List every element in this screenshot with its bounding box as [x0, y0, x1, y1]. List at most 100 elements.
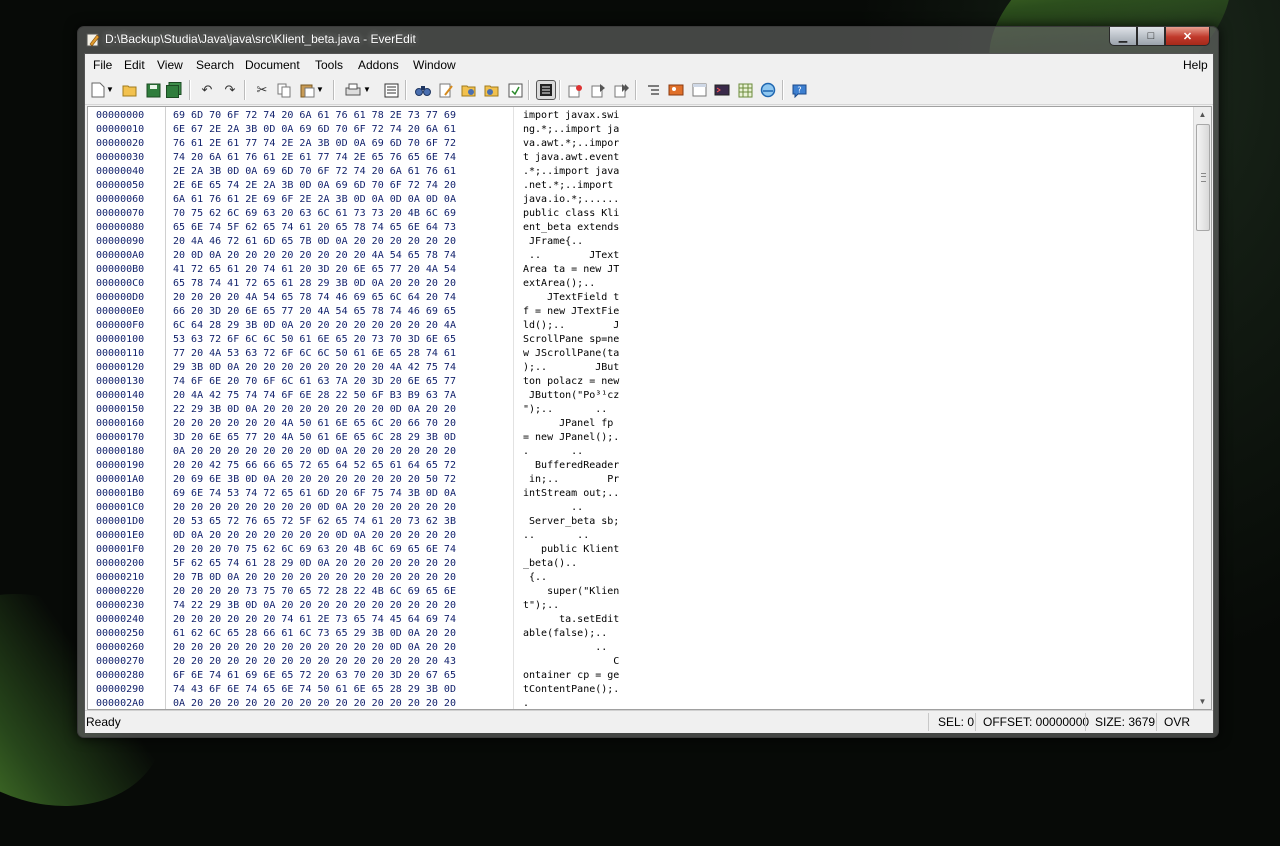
row-ascii[interactable]: .. JText	[523, 249, 619, 263]
browser-icon[interactable]	[759, 81, 777, 99]
row-ascii[interactable]: t");..	[523, 599, 619, 613]
row-ascii[interactable]: = new JPanel();.	[523, 431, 619, 445]
scroll-down-button[interactable]: ▼	[1194, 694, 1211, 709]
menu-addons[interactable]: Addons	[358, 58, 399, 72]
scroll-up-button[interactable]: ▲	[1194, 107, 1211, 122]
title-bar[interactable]: D:\Backup\Studia\Java\java\src\Klient_be…	[78, 27, 1218, 53]
row-hex-bytes[interactable]: 20 20 20 20 20 20 4A 50 61 6E 65 6C 20 6…	[173, 417, 456, 431]
menu-search[interactable]: Search	[196, 58, 234, 72]
row-ascii[interactable]: JTextField t	[523, 291, 619, 305]
row-hex-bytes[interactable]: 2E 6E 65 74 2E 2A 3B 0D 0A 69 6D 70 6F 7…	[173, 179, 456, 193]
find-folder-icon[interactable]	[483, 81, 501, 99]
menu-window[interactable]: Window	[413, 58, 456, 72]
row-hex-bytes[interactable]: 20 0D 0A 20 20 20 20 20 20 20 20 4A 54 6…	[173, 249, 456, 263]
row-ascii[interactable]: .*;..import java	[523, 165, 619, 179]
row-ascii[interactable]: JButton("Po³¹cz	[523, 389, 619, 403]
row-hex-bytes[interactable]: 20 20 20 70 75 62 6C 69 63 20 4B 6C 69 6…	[173, 543, 456, 557]
menu-document[interactable]: Document	[245, 58, 300, 72]
row-hex-bytes[interactable]: 53 63 72 6F 6C 6C 50 61 6E 65 20 73 70 3…	[173, 333, 456, 347]
replace-icon[interactable]	[437, 81, 455, 99]
row-hex-bytes[interactable]: 61 62 6C 65 28 66 61 6C 73 65 29 3B 0D 0…	[173, 627, 456, 641]
terminal-icon[interactable]	[713, 81, 731, 99]
find-files-icon[interactable]	[460, 81, 478, 99]
row-ascii[interactable]: public class Kli	[523, 207, 619, 221]
row-ascii[interactable]: super("Klien	[523, 585, 619, 599]
row-hex-bytes[interactable]: 0A 20 20 20 20 20 20 20 20 20 20 20 20 2…	[173, 697, 456, 709]
save-all-icon[interactable]	[165, 81, 183, 99]
row-ascii[interactable]: ..	[523, 501, 619, 515]
row-ascii[interactable]: w JScrollPane(ta	[523, 347, 619, 361]
row-ascii[interactable]: java.io.*;......	[523, 193, 619, 207]
row-hex-bytes[interactable]: 74 6F 6E 20 70 6F 6C 61 63 7A 20 3D 20 6…	[173, 375, 456, 389]
row-hex-bytes[interactable]: 20 4A 42 75 74 74 6F 6E 28 22 50 6F B3 B…	[173, 389, 456, 403]
row-ascii[interactable]: t java.awt.event	[523, 151, 619, 165]
row-hex-bytes[interactable]: 20 20 20 20 20 20 20 20 20 20 20 20 20 2…	[173, 655, 456, 669]
row-hex-bytes[interactable]: 20 20 20 20 73 75 70 65 72 28 22 4B 6C 6…	[173, 585, 456, 599]
row-ascii[interactable]: ton polacz = new	[523, 375, 619, 389]
row-hex-bytes[interactable]: 20 20 42 75 66 66 65 72 65 64 52 65 61 6…	[173, 459, 456, 473]
find-icon[interactable]	[414, 81, 432, 99]
copy-icon[interactable]	[275, 81, 293, 99]
row-ascii[interactable]: {..	[523, 571, 619, 585]
row-ascii[interactable]: f = new JTextFie	[523, 305, 619, 319]
play-icon[interactable]	[589, 81, 607, 99]
row-hex-bytes[interactable]: 74 22 29 3B 0D 0A 20 20 20 20 20 20 20 2…	[173, 599, 456, 613]
row-ascii[interactable]: ");.. ..	[523, 403, 619, 417]
menu-view[interactable]: View	[157, 58, 183, 72]
row-hex-bytes[interactable]: 6F 6E 74 61 69 6E 65 72 20 63 70 20 3D 2…	[173, 669, 456, 683]
close-button[interactable]: ✕	[1165, 27, 1210, 46]
row-hex-bytes[interactable]: 20 7B 0D 0A 20 20 20 20 20 20 20 20 20 2…	[173, 571, 456, 585]
row-hex-bytes[interactable]: 77 20 4A 53 63 72 6F 6C 6C 50 61 6E 65 2…	[173, 347, 456, 361]
scroll-thumb[interactable]	[1196, 124, 1210, 231]
row-hex-bytes[interactable]: 20 20 20 20 20 20 20 20 0D 0A 20 20 20 2…	[173, 501, 456, 515]
row-ascii[interactable]: JFrame{..	[523, 235, 619, 249]
row-ascii[interactable]: ontainer cp = ge	[523, 669, 619, 683]
record-icon[interactable]	[566, 81, 584, 99]
row-ascii[interactable]: import javax.swi	[523, 109, 619, 123]
row-hex-bytes[interactable]: 69 6D 70 6F 72 74 20 6A 61 76 61 78 2E 7…	[173, 109, 456, 123]
row-ascii[interactable]: C	[523, 655, 619, 669]
row-hex-bytes[interactable]: 65 6E 74 5F 62 65 74 61 20 65 78 74 65 6…	[173, 221, 456, 235]
row-hex-bytes[interactable]: 2E 2A 3B 0D 0A 69 6D 70 6F 72 74 20 6A 6…	[173, 165, 456, 179]
cut-icon[interactable]: ✂	[253, 81, 271, 99]
hex-mode-icon[interactable]	[536, 80, 556, 100]
row-ascii[interactable]: _beta()..	[523, 557, 619, 571]
row-ascii[interactable]: in;.. Pr	[523, 473, 619, 487]
row-ascii[interactable]: ..	[523, 641, 619, 655]
print-dropdown-icon[interactable]: ▼	[362, 81, 372, 99]
row-ascii[interactable]: JPanel fp	[523, 417, 619, 431]
menu-help[interactable]: Help	[1183, 58, 1208, 72]
row-ascii[interactable]: .	[523, 697, 619, 709]
row-ascii[interactable]: public Klient	[523, 543, 619, 557]
row-ascii[interactable]: ent_beta extends	[523, 221, 619, 235]
minimize-button[interactable]: ▁	[1109, 27, 1137, 46]
undo-icon[interactable]: ↶	[198, 81, 216, 99]
paste-dropdown-icon[interactable]: ▼	[315, 81, 325, 99]
row-ascii[interactable]: .. ..	[523, 529, 619, 543]
row-ascii[interactable]: tContentPane();.	[523, 683, 619, 697]
row-ascii[interactable]: ld();.. J	[523, 319, 619, 333]
row-ascii[interactable]: intStream out;..	[523, 487, 619, 501]
row-hex-bytes[interactable]: 6C 64 28 29 3B 0D 0A 20 20 20 20 20 20 2…	[173, 319, 456, 333]
row-hex-bytes[interactable]: 20 53 65 72 76 65 72 5F 62 65 74 61 20 7…	[173, 515, 456, 529]
row-hex-bytes[interactable]: 70 75 62 6C 69 63 20 63 6C 61 73 73 20 4…	[173, 207, 456, 221]
play-multiple-icon[interactable]	[612, 81, 630, 99]
hex-editor[interactable]: 00000000 69 6D 70 6F 72 74 20 6A 61 76 61…	[87, 106, 1212, 710]
row-hex-bytes[interactable]: 0A 20 20 20 20 20 20 20 0D 0A 20 20 20 2…	[173, 445, 456, 459]
row-hex-bytes[interactable]: 3D 20 6E 65 77 20 4A 50 61 6E 65 6C 28 2…	[173, 431, 456, 445]
row-hex-bytes[interactable]: 0D 0A 20 20 20 20 20 20 20 0D 0A 20 20 2…	[173, 529, 456, 543]
menu-file[interactable]: File	[93, 58, 112, 72]
row-ascii[interactable]: va.awt.*;..impor	[523, 137, 619, 151]
image-icon[interactable]	[667, 81, 685, 99]
print-icon[interactable]	[344, 81, 362, 99]
save-icon[interactable]	[144, 81, 162, 99]
goto-icon[interactable]	[506, 81, 524, 99]
row-ascii[interactable]: able(false);..	[523, 627, 619, 641]
row-hex-bytes[interactable]: 76 61 2E 61 77 74 2E 2A 3B 0D 0A 69 6D 7…	[173, 137, 456, 151]
help-icon[interactable]: ?	[790, 81, 808, 99]
row-ascii[interactable]: . ..	[523, 445, 619, 459]
row-hex-bytes[interactable]: 69 6E 74 53 74 72 65 61 6D 20 6F 75 74 3…	[173, 487, 456, 501]
row-hex-bytes[interactable]: 29 3B 0D 0A 20 20 20 20 20 20 20 20 4A 4…	[173, 361, 456, 375]
row-hex-bytes[interactable]: 74 43 6F 6E 74 65 6E 74 50 61 6E 65 28 2…	[173, 683, 456, 697]
maximize-button[interactable]: □	[1137, 27, 1165, 46]
